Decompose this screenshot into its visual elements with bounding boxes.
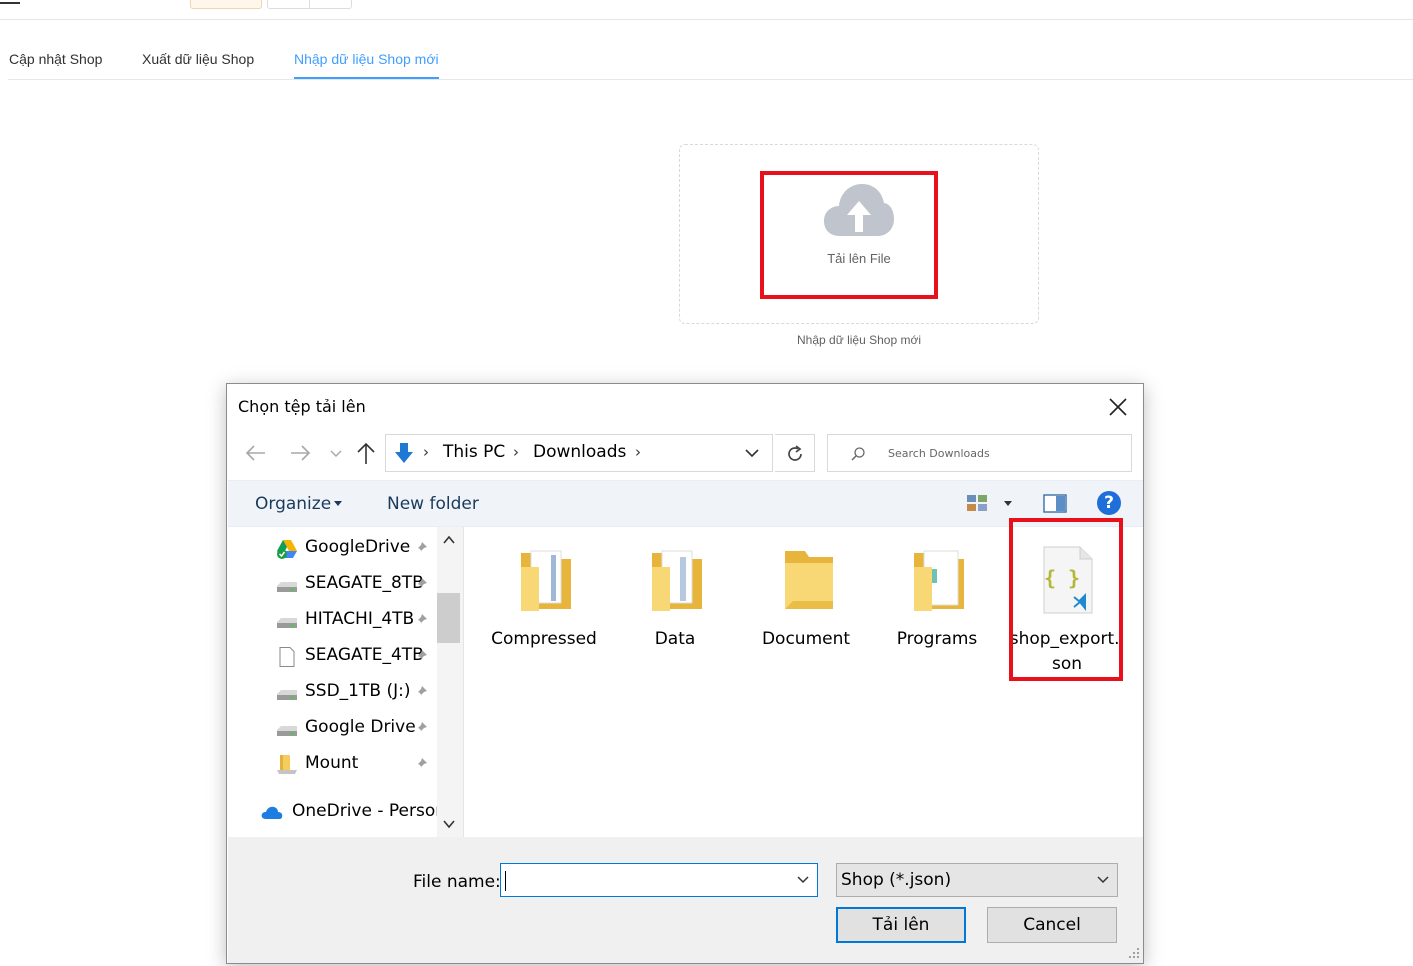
nav-item-ssd-1tb[interactable]: SSD_1TB (J:): [228, 677, 438, 707]
nav-item-label: OneDrive - Person: [292, 801, 447, 821]
back-arrow-icon[interactable]: [245, 444, 267, 462]
search-placeholder: Search Downloads: [888, 447, 990, 460]
file-item-compressed[interactable]: Compressed: [483, 541, 605, 671]
recent-locations-chevron-icon[interactable]: [330, 450, 342, 458]
nav-item-label: Google Drive: [305, 717, 416, 737]
breadcrumb-separator-icon[interactable]: ›: [513, 443, 519, 461]
address-history-chevron-icon[interactable]: [744, 447, 760, 459]
up-arrow-icon[interactable]: [355, 441, 377, 465]
help-icon[interactable]: ?: [1097, 491, 1121, 515]
close-icon[interactable]: [1107, 396, 1129, 418]
file-name-label: File name:: [413, 872, 501, 892]
organize-caret-icon[interactable]: [334, 501, 342, 506]
nav-item-mount[interactable]: Mount: [228, 749, 438, 779]
text-caret: [505, 871, 506, 891]
nav-item-label: Mount: [305, 753, 359, 773]
file-open-dialog: Chọn tệp tải lên › This PC › Downloads ›…: [226, 383, 1144, 964]
dialog-footer: File name: Shop (*.json) Tải lên Cancel: [228, 837, 1143, 963]
nav-item-seagate-8tb[interactable]: SEAGATE_8TB: [228, 569, 438, 599]
breadcrumb-separator-icon[interactable]: ›: [635, 443, 641, 461]
drive-icon: [277, 582, 297, 592]
view-options-caret-icon[interactable]: [1004, 501, 1012, 506]
top-bar: [0, 0, 1413, 20]
breadcrumb-this-pc[interactable]: This PC: [443, 442, 505, 462]
tab-bar: Cập nhật Shop Xuất dữ liệu Shop Nhập dữ …: [8, 40, 1413, 80]
document-icon: [279, 647, 295, 667]
upload-hint: Nhập dữ liệu Shop mới: [797, 333, 921, 347]
file-name: Compressed: [491, 629, 597, 649]
breadcrumb-separator-icon[interactable]: ›: [423, 443, 429, 461]
nav-item-label: SEAGATE_8TB: [305, 573, 424, 593]
chevron-down-icon[interactable]: [1097, 876, 1109, 884]
google-drive-icon: [277, 540, 297, 559]
nav-item-hitachi-4tb[interactable]: HITACHI_4TB: [228, 605, 438, 635]
highlight-upload-button: [760, 171, 938, 299]
cancel-button[interactable]: Cancel: [987, 907, 1117, 943]
pin-icon[interactable]: [414, 685, 428, 699]
drive-icon: [277, 690, 297, 700]
tab-update-shop[interactable]: Cập nhật Shop: [9, 51, 102, 67]
forward-arrow-icon[interactable]: [289, 444, 311, 462]
file-item-document[interactable]: Document: [745, 541, 867, 671]
nav-item-onedrive[interactable]: OneDrive - Person: [228, 797, 446, 827]
toolbar-button-group[interactable]: [267, 0, 352, 9]
file-name: Document: [761, 629, 851, 649]
scroll-up-arrow-icon[interactable]: [443, 535, 455, 545]
open-button[interactable]: Tải lên: [836, 907, 966, 943]
change-view-icon[interactable]: [966, 494, 988, 512]
pin-icon[interactable]: [414, 757, 428, 771]
pin-icon[interactable]: [414, 541, 428, 555]
toolbar-button-primary[interactable]: [190, 0, 262, 9]
preview-pane-icon[interactable]: [1043, 494, 1067, 513]
new-folder-button[interactable]: New folder: [387, 494, 479, 514]
file-item-data[interactable]: Data: [614, 541, 736, 671]
pin-icon[interactable]: [414, 721, 428, 735]
folder-icon: [652, 550, 702, 611]
chevron-down-icon[interactable]: [797, 876, 809, 884]
nav-item-label: GoogleDrive: [305, 537, 411, 557]
file-name: Programs: [896, 629, 978, 649]
search-box[interactable]: Search Downloads: [827, 434, 1132, 472]
file-item-programs[interactable]: Programs: [876, 541, 998, 671]
drive-icon: [277, 726, 297, 736]
drive-icon: [277, 618, 297, 628]
nav-item-googledrive[interactable]: GoogleDrive: [228, 533, 438, 563]
dialog-title: Chọn tệp tải lên: [238, 397, 366, 416]
nav-scrollbar-thumb[interactable]: [437, 593, 460, 643]
compressed-folder-icon: [521, 550, 571, 611]
file-type-value: Shop (*.json): [841, 870, 952, 890]
refresh-icon: [788, 445, 802, 461]
folder-icon: [785, 551, 833, 609]
nav-scrollbar[interactable]: [437, 527, 463, 837]
pin-icon[interactable]: [414, 613, 428, 627]
organize-button[interactable]: Organize: [255, 494, 331, 514]
active-tab-indicator: [294, 77, 439, 79]
file-type-select[interactable]: Shop (*.json): [836, 863, 1118, 897]
nav-item-label: SSD_1TB (J:): [305, 681, 411, 701]
download-arrow-icon: [395, 443, 413, 463]
highlight-json-file: [1009, 518, 1123, 681]
tab-import-shop[interactable]: Nhập dữ liệu Shop mới: [294, 51, 439, 67]
search-icon: [851, 447, 865, 461]
resize-grip-icon[interactable]: [1126, 945, 1140, 959]
menu-icon[interactable]: [0, 0, 20, 4]
file-name: Data: [654, 629, 696, 649]
scroll-down-arrow-icon[interactable]: [443, 819, 455, 829]
nav-item-label: SEAGATE_4TB: [305, 645, 424, 665]
nav-item-label: HITACHI_4TB: [305, 609, 415, 629]
pin-icon[interactable]: [414, 649, 428, 663]
breadcrumb-downloads[interactable]: Downloads: [533, 442, 626, 462]
nav-item-google-drive[interactable]: Google Drive: [228, 713, 438, 743]
nav-item-seagate-4tb[interactable]: SEAGATE_4TB: [228, 641, 438, 671]
onedrive-icon: [261, 806, 283, 819]
tab-export-shop[interactable]: Xuất dữ liệu Shop: [142, 51, 254, 67]
folder-icon: [914, 550, 964, 611]
command-bar: Organize New folder ?: [228, 480, 1143, 527]
navigation-pane: GoogleDrive SEAGATE_8TB HITACHI_4TB SEAG…: [228, 527, 464, 837]
file-name-input[interactable]: [500, 863, 818, 897]
folder-icon: [277, 755, 297, 774]
pin-icon[interactable]: [414, 577, 428, 591]
refresh-button[interactable]: [775, 434, 815, 472]
